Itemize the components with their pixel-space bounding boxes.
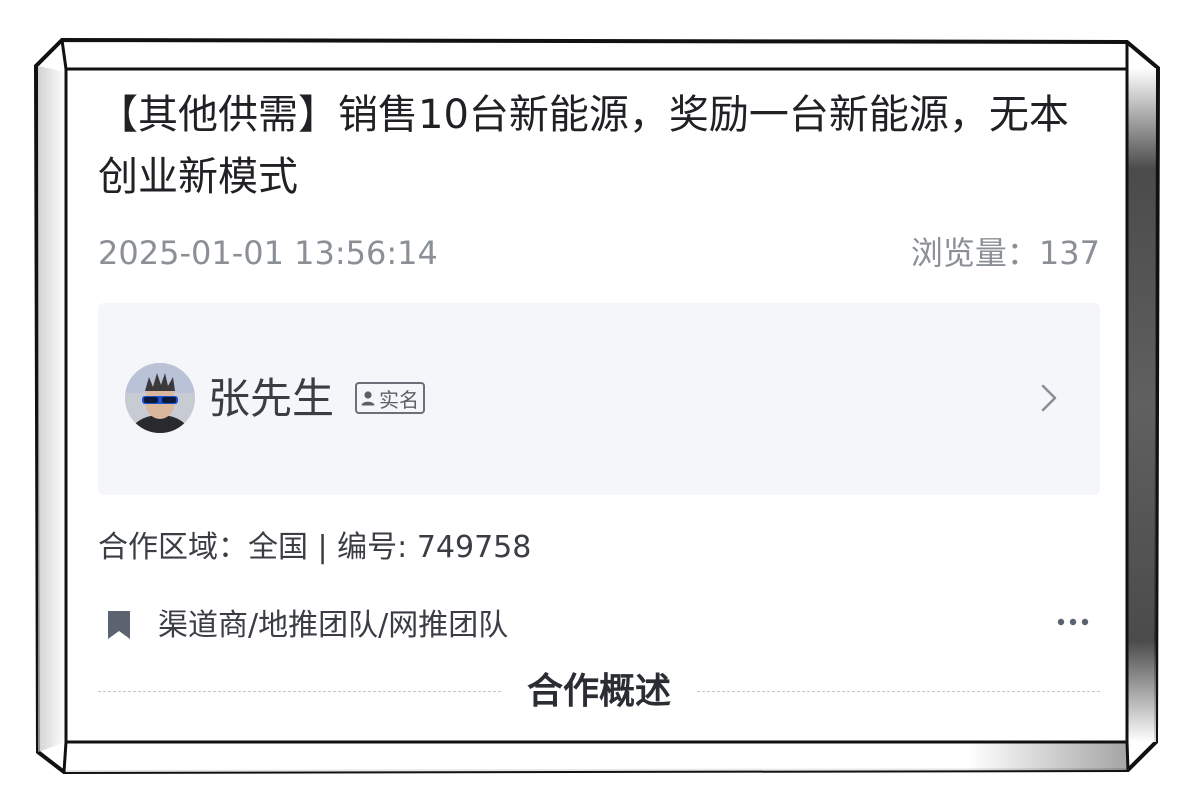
verified-label: 实名 [379, 387, 419, 412]
post-detail: 【其他供需】销售10台新能源，奖励一台新能源，无本创业新模式 2025-01-0… [98, 72, 1100, 736]
cooperation-info: 合作区域：全国 | 编号: 749758 [98, 530, 532, 565]
target-tags: 渠道商/地推团队/网推团队 [158, 608, 509, 643]
post-date: 2025-01-01 13:56:14 [98, 234, 438, 272]
post-title: 【其他供需】销售10台新能源，奖励一台新能源，无本创业新模式 [98, 92, 1069, 200]
more-icon[interactable] [1056, 616, 1090, 628]
section-divider: 合作概述 [98, 668, 1100, 716]
avatar[interactable] [125, 363, 195, 433]
divider-line-left [98, 691, 501, 692]
view-count: 浏览量：137 [910, 234, 1100, 272]
divider-line-right [697, 691, 1100, 692]
user-avatar-icon [125, 363, 195, 433]
bookmark-icon [108, 611, 130, 639]
author-name[interactable]: 张先生 [208, 371, 334, 427]
tag-row: 渠道商/地推团队/网推团队 [98, 602, 1100, 650]
post-meta: 2025-01-01 13:56:14 浏览量：137 [98, 230, 1100, 276]
verified-badge: 实名 [355, 382, 425, 414]
author-card[interactable]: 张先生 实名 [98, 303, 1100, 495]
person-icon [361, 391, 375, 406]
chevron-right-icon[interactable] [1038, 383, 1060, 413]
section-title: 合作概述 [526, 671, 671, 712]
